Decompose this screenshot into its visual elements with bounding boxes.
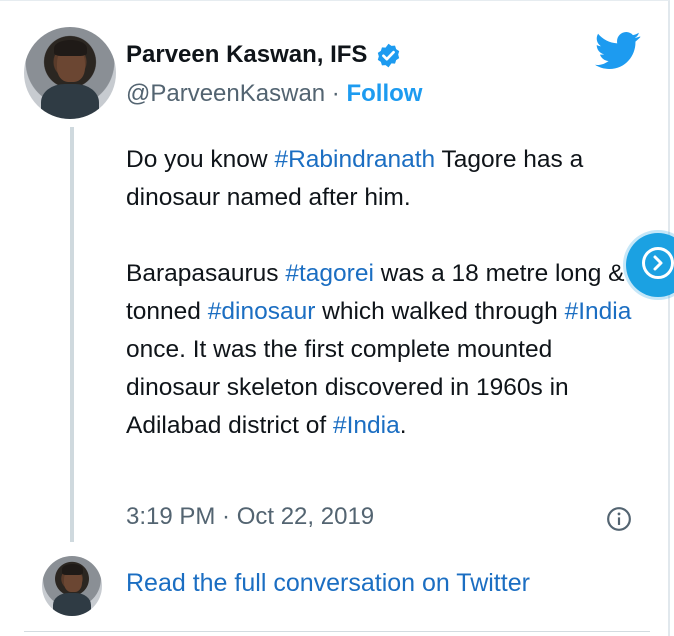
chevron-right-icon [653,255,663,271]
author-name[interactable]: Parveen Kaswan, IFS [126,41,367,69]
hashtag-india[interactable]: #India [565,298,632,325]
hashtag-india[interactable]: #India [333,412,400,439]
author-name-row: Parveen Kaswan, IFS [126,41,402,69]
text-segment: Do you know [126,146,275,173]
info-icon[interactable] [606,506,632,532]
avatar-shirt [40,84,100,119]
hashtag-rabindranath[interactable]: #Rabindranath [274,146,435,173]
author-avatar[interactable] [24,27,116,119]
thread-line [70,127,74,542]
text-segment: Barapasaurus [126,260,286,287]
tweet-timestamp[interactable]: 3:19 PM · Oct 22, 2019 [126,503,374,531]
separator-dot: · [325,80,347,107]
tweet-text: Do you know #Rabindranath Tagore has a d… [126,141,646,445]
follow-button[interactable]: Follow [346,80,422,107]
tweet-paragraph-1: Do you know #Rabindranath Tagore has a d… [126,141,646,217]
avatar-hair [54,39,88,57]
author-handle-row: @ParveenKaswan · Follow [126,80,422,108]
hashtag-tagorei[interactable]: #tagorei [285,260,374,287]
read-full-conversation-link[interactable]: Read the full conversation on Twitter [126,569,530,598]
bottom-divider [24,631,650,632]
tweet-card: Parveen Kaswan, IFS @ParveenKaswan · Fol… [0,0,670,636]
conversation-avatar[interactable] [42,556,102,616]
avatar-hair [61,564,84,576]
hashtag-dinosaur[interactable]: #dinosaur [208,298,316,325]
text-segment: . [399,412,407,439]
chevron-right-circle-icon [642,247,674,279]
twitter-bird-icon[interactable] [595,31,641,71]
tweet-paragraph-2: Barapasaurus #tagorei was a 18 metre lon… [126,255,646,445]
avatar-shirt [52,593,92,616]
text-segment: which walked through [315,298,565,325]
author-handle[interactable]: @ParveenKaswan [126,80,325,107]
verified-badge-icon [378,43,400,67]
